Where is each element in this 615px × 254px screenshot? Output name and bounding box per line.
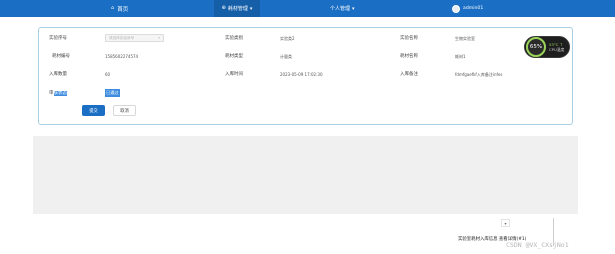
top-navbar: ⌂ 首页 ⊕ 耗材管理 ▾ 个人管理 ▾ admin01	[0, 0, 615, 17]
nav-material-management[interactable]: ⊕ 耗材管理 ▾	[214, 0, 260, 17]
remark-label: 入库备注	[400, 72, 418, 77]
quantity-value: 60	[105, 72, 111, 77]
usage-gauge: 65%	[526, 37, 546, 57]
chevron-down-icon: ▾	[352, 5, 355, 12]
cpu-temperature-caption: CPU温度	[549, 46, 565, 52]
review-status-label: 审核状态	[49, 90, 67, 96]
material-no-value: 1585602274574	[105, 54, 139, 59]
stock-in-form-card: 实验序号 请选择实验序号 ▾ 实验类别 实验类2 实验名称 生物实验室 耗材编号…	[38, 27, 573, 125]
cancel-button[interactable]: 取消	[113, 105, 136, 116]
nav-user-label: admin01	[463, 6, 484, 11]
chevron-down-icon: ▾	[158, 36, 160, 40]
nav-home[interactable]: ⌂ 首页	[111, 0, 128, 17]
content-placeholder-area	[33, 136, 578, 214]
cpu-temperature: 53°C ↑	[549, 41, 563, 47]
material-type-label: 耗材类型	[225, 54, 243, 59]
watermark: CSDN @VX_CXsjNo1	[506, 241, 569, 249]
nav-personal-label: 个人管理	[330, 6, 351, 12]
material-name-label: 耗材名称	[400, 54, 418, 59]
submit-button[interactable]: 提交	[82, 105, 105, 116]
nav-personal-management[interactable]: 个人管理 ▾	[330, 0, 355, 17]
lab-no-placeholder: 请选择实验序号	[109, 36, 135, 40]
gauge-details: 53°C ↑ CPU温度	[549, 41, 565, 52]
lab-type-label: 实验类别	[225, 36, 243, 41]
home-icon: ⌂	[111, 5, 115, 11]
material-type-value: 计量类	[280, 54, 292, 59]
quantity-label: 入库数量	[49, 72, 67, 77]
cpu-monitor-widget[interactable]: 65% 53°C ↑ CPU温度	[524, 36, 570, 58]
review-status-label-part-b: 核状态	[53, 91, 67, 96]
review-status-label-part-a: 审	[49, 91, 54, 96]
material-name-value: 耗材1	[455, 54, 466, 59]
review-status-value: 已通过	[105, 89, 120, 97]
stock-in-time-value: 2023-05-09 17:02:30	[280, 72, 323, 77]
nav-mgmt-label: 耗材管理	[227, 6, 248, 12]
lab-no-select[interactable]: 请选择实验序号 ▾	[105, 34, 164, 42]
usage-percent: 65%	[529, 44, 543, 50]
nav-user-menu[interactable]: admin01	[452, 0, 483, 17]
lab-name-value: 生物实验室	[455, 36, 475, 41]
grid-icon: ⊕	[221, 5, 226, 11]
lab-name-label: 实验名称	[400, 36, 418, 41]
nav-home-label: 首页	[117, 6, 129, 13]
stock-in-time-label: 入库时间	[225, 72, 243, 77]
lab-type-value: 实验类2	[280, 36, 295, 41]
lab-no-label: 实验序号	[49, 36, 67, 41]
chevron-down-icon: ▾	[249, 5, 253, 12]
remark-value: fdmfgaefkf入库备注infes	[455, 72, 503, 77]
material-no-label: 耗材编号	[52, 54, 70, 59]
avatar	[452, 4, 460, 13]
chevron-down-icon[interactable]: ▾	[501, 219, 510, 227]
